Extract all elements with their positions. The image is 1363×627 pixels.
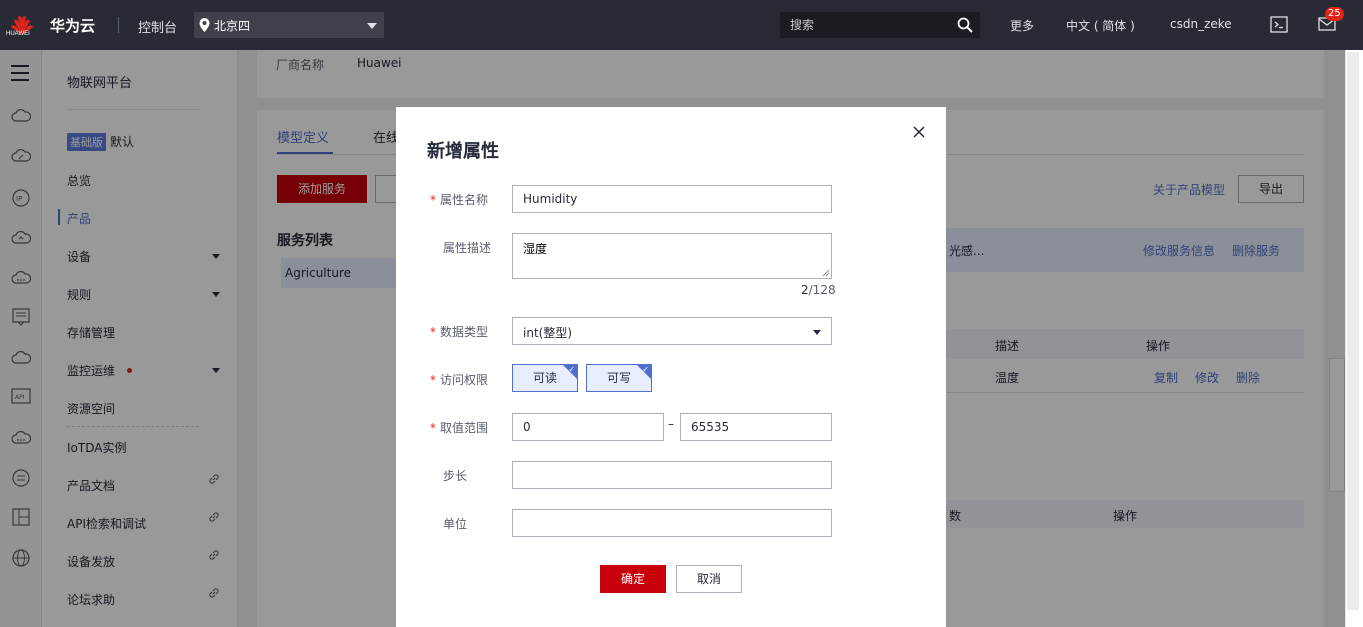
chevron-down-icon — [367, 23, 377, 29]
access-write-label: 可写 — [606, 371, 631, 385]
terminal-icon[interactable] — [1270, 16, 1288, 33]
character-counter: 2/128 — [801, 283, 836, 297]
confirm-button[interactable]: 确定 — [600, 565, 666, 593]
cancel-button[interactable]: 取消 — [676, 565, 742, 593]
resize-handle-icon[interactable] — [822, 269, 830, 277]
access-write-checkbox[interactable]: 可写 ✓ — [586, 364, 652, 392]
more-menu[interactable]: 更多 — [1010, 17, 1034, 34]
location-pin-icon — [199, 18, 210, 32]
step-label: 步长 — [443, 469, 468, 483]
logo-text: HUAWEI — [6, 31, 30, 37]
value-range-label: * 取值范围 — [430, 421, 489, 435]
user-menu[interactable]: csdn_zeke — [1170, 17, 1232, 31]
search-input[interactable] — [780, 12, 950, 38]
region-value: 北京四 — [214, 19, 251, 33]
check-icon: ✓ — [568, 365, 575, 374]
data-type-value: int(整型) — [523, 326, 573, 340]
region-select[interactable]: 北京四 — [194, 12, 384, 38]
step-input[interactable] — [512, 461, 832, 489]
access-read-checkbox[interactable]: 可读 ✓ — [512, 364, 578, 392]
divider — [118, 17, 119, 33]
top-bar: HUAWEI 华为云 控制台 北京四 更多 中文 ( 简体 ) csdn_zek… — [0, 0, 1363, 50]
property-name-label: * 属性名称 — [430, 193, 489, 207]
access-read-label: 可读 — [532, 371, 557, 385]
data-type-select[interactable]: int(整型) — [512, 317, 832, 345]
range-max-input[interactable] — [680, 413, 832, 441]
add-property-dialog: 新增属性 *属性名称 属性描述 湿度 2/128 *数据类型 int(整型) *… — [396, 107, 946, 627]
range-separator: – — [668, 417, 674, 431]
unit-label: 单位 — [443, 517, 468, 531]
chevron-down-icon — [813, 330, 821, 335]
check-icon: ✓ — [642, 365, 649, 374]
access-permission-label: * 访问权限 — [430, 373, 489, 387]
close-icon[interactable] — [913, 126, 925, 138]
search-icon[interactable] — [957, 17, 973, 33]
language-menu[interactable]: 中文 ( 简体 ) — [1066, 17, 1135, 34]
property-description-label: 属性描述 — [443, 241, 492, 255]
message-count-badge: 25 — [1325, 7, 1344, 21]
search-box — [780, 12, 980, 38]
property-name-input[interactable] — [512, 185, 832, 213]
data-type-label: * 数据类型 — [430, 325, 489, 339]
console-link[interactable]: 控制台 — [138, 17, 177, 36]
brand-name[interactable]: 华为云 — [50, 15, 95, 36]
property-description-input[interactable]: 湿度 — [512, 233, 832, 279]
scrollbar-thumb[interactable] — [1347, 52, 1359, 610]
dialog-title: 新增属性 — [427, 141, 499, 162]
unit-input[interactable] — [512, 509, 832, 537]
range-min-input[interactable] — [512, 413, 664, 441]
